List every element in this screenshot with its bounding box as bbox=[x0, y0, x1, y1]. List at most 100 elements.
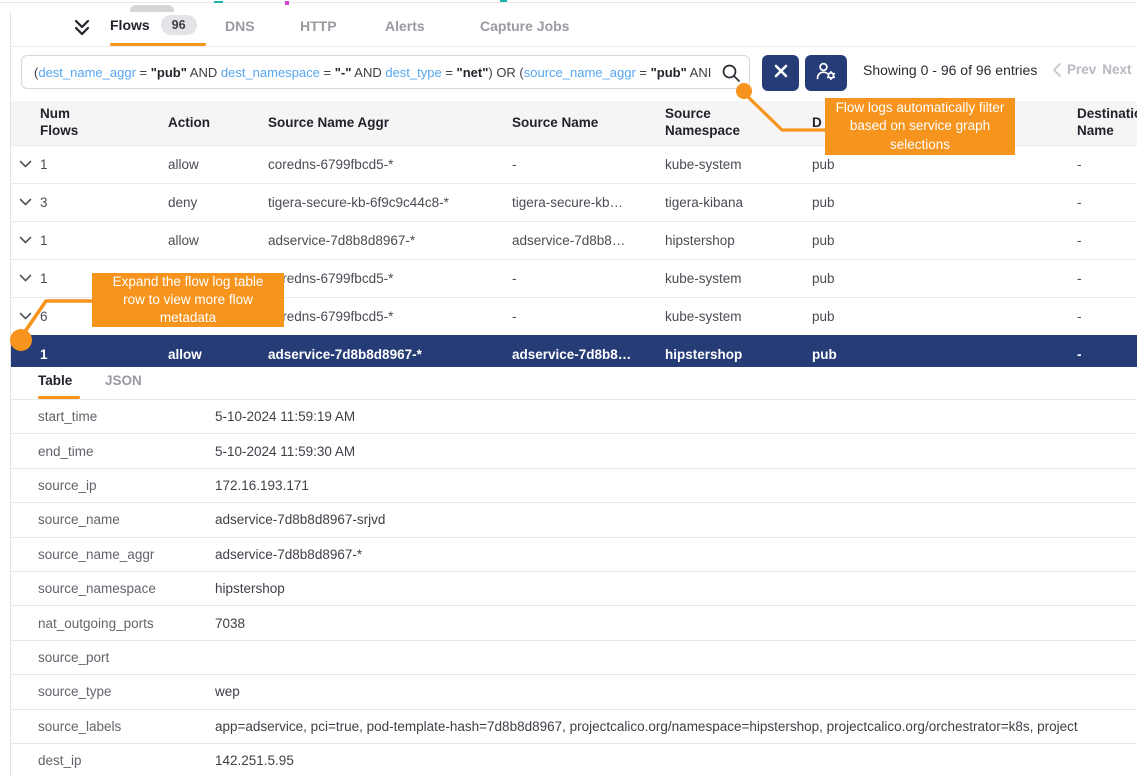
search-icon[interactable] bbox=[721, 63, 741, 88]
cell-destination-name: - bbox=[1077, 309, 1137, 324]
pagination: Prev Next bbox=[1053, 62, 1137, 77]
close-icon bbox=[774, 64, 788, 83]
detail-table: start_time5-10-2024 11:59:19 AMend_time5… bbox=[11, 399, 1137, 777]
detail-row: start_time5-10-2024 11:59:19 AM bbox=[11, 399, 1137, 433]
cell-source-namespace: hipstershop bbox=[665, 233, 812, 248]
detail-value: 5-10-2024 11:59:19 AM bbox=[215, 409, 1137, 424]
query-operator: ANI bbox=[687, 65, 712, 80]
detail-key: source_type bbox=[11, 684, 215, 699]
detail-key: source_port bbox=[11, 650, 215, 665]
user-settings-button[interactable] bbox=[805, 55, 847, 91]
tab-capture-jobs[interactable]: Capture Jobs bbox=[480, 18, 569, 34]
cell-dest-name-aggr: pub bbox=[812, 309, 1077, 324]
query-operator: ) OR ( bbox=[488, 65, 523, 80]
detail-value: wep bbox=[215, 684, 1137, 699]
cell-source-name-aggr: adservice-7d8b8d8967-* bbox=[268, 347, 512, 362]
detail-value: 5-10-2024 11:59:30 AM bbox=[215, 444, 1137, 459]
results-count: Showing 0 - 96 of 96 entries bbox=[863, 62, 1037, 78]
query-value: "pub" bbox=[151, 65, 187, 80]
divider bbox=[0, 2, 1137, 3]
artifact bbox=[500, 0, 507, 2]
col-header-source-name-aggr: Source Name Aggr bbox=[268, 115, 512, 132]
cell-action: allow bbox=[168, 233, 268, 248]
cell-num-flows: 1 bbox=[40, 347, 168, 362]
detail-key: source_name_aggr bbox=[11, 547, 215, 562]
detail-row: dest_ip142.251.5.95 bbox=[11, 743, 1137, 777]
detail-row: source_namespacehipstershop bbox=[11, 571, 1137, 605]
query-operator: = bbox=[442, 65, 457, 80]
cell-dest-name-aggr: pub bbox=[812, 157, 1077, 172]
cell-source-namespace: hipstershop bbox=[665, 347, 812, 362]
flow-logs-panel: Flows 96 DNS HTTP Alerts Capture Jobs (d… bbox=[0, 0, 1137, 777]
detail-key: source_labels bbox=[11, 719, 215, 734]
detail-key: start_time bbox=[11, 409, 215, 424]
detail-row: source_nameadservice-7d8b8d8967-srjvd bbox=[11, 502, 1137, 536]
cell-destination-name: - bbox=[1077, 157, 1137, 172]
cell-source-name-aggr: coredns-6799fbcd5-* bbox=[268, 309, 512, 324]
tab-bar: Flows 96 DNS HTTP Alerts Capture Jobs bbox=[11, 12, 1137, 47]
detail-row: source_labelsapp=adservice, pci=true, po… bbox=[11, 709, 1137, 743]
cell-source-name-aggr: coredns-6799fbcd5-* bbox=[268, 157, 512, 172]
query-operator: AND bbox=[351, 65, 385, 80]
expand-row-chevron-icon[interactable] bbox=[11, 312, 40, 321]
tab-http[interactable]: HTTP bbox=[300, 18, 337, 34]
query-field: dest_name_aggr bbox=[38, 65, 136, 80]
detail-tab-json[interactable]: JSON bbox=[105, 373, 142, 388]
detail-value: hipstershop bbox=[215, 581, 1137, 596]
col-header-action: Action bbox=[168, 115, 268, 132]
col-header-num-flows: Num Flows bbox=[40, 106, 168, 140]
filter-query-text: (dest_name_aggr = "pub" AND dest_namespa… bbox=[34, 65, 712, 80]
next-button[interactable]: Next bbox=[1102, 62, 1131, 77]
tooltip-filter-callout: Flow logs automatically filter based on … bbox=[825, 98, 1015, 155]
prev-button[interactable]: Prev bbox=[1067, 62, 1096, 77]
detail-key: source_namespace bbox=[11, 581, 215, 596]
query-operator: = bbox=[320, 65, 335, 80]
expand-row-chevron-icon[interactable] bbox=[11, 236, 40, 245]
detail-tab-table[interactable]: Table bbox=[38, 373, 72, 388]
tab-dns[interactable]: DNS bbox=[225, 18, 255, 34]
query-value: "-" bbox=[335, 65, 352, 80]
detail-key: source_ip bbox=[11, 478, 215, 493]
query-operator: = bbox=[136, 65, 151, 80]
collapse-panel-icon[interactable] bbox=[71, 19, 93, 42]
cell-dest-name-aggr: pub bbox=[812, 271, 1077, 286]
flow-table-body: 1allowcoredns-6799fbcd5-*-kube-systempub… bbox=[11, 145, 1137, 373]
user-gear-icon bbox=[815, 61, 837, 86]
expand-row-chevron-icon[interactable] bbox=[11, 198, 40, 207]
detail-row: source_name_aggradservice-7d8b8d8967-* bbox=[11, 537, 1137, 571]
flow-row[interactable]: 1allowadservice-7d8b8d8967-*adservice-7d… bbox=[11, 221, 1137, 259]
detail-row: nat_outgoing_ports7038 bbox=[11, 605, 1137, 639]
query-value: "net" bbox=[457, 65, 489, 80]
cell-destination-name: - bbox=[1077, 271, 1137, 286]
cell-num-flows: 1 bbox=[40, 233, 168, 248]
detail-value: 172.16.193.171 bbox=[215, 478, 1137, 493]
col-header-destination-name: Destination Name bbox=[1077, 106, 1137, 140]
flows-count-badge: 96 bbox=[161, 15, 197, 35]
detail-row: end_time5-10-2024 11:59:30 AM bbox=[11, 433, 1137, 467]
cell-source-namespace: tigera-kibana bbox=[665, 195, 812, 210]
col-header-source-namespace: Source Namespace bbox=[665, 106, 812, 140]
flow-row[interactable]: 3denytigera-secure-kb-6f9c9c44c8-*tigera… bbox=[11, 183, 1137, 221]
detail-row: source_ip172.16.193.171 bbox=[11, 468, 1137, 502]
cell-dest-name-aggr: pub bbox=[812, 233, 1077, 248]
detail-value: 7038 bbox=[215, 616, 1137, 631]
cell-action: allow bbox=[168, 347, 268, 362]
expand-row-chevron-icon[interactable] bbox=[11, 160, 40, 169]
cell-source-name: adservice-7d8b8… bbox=[512, 233, 665, 248]
cell-source-namespace: kube-system bbox=[665, 271, 812, 286]
filter-query-input[interactable]: (dest_name_aggr = "pub" AND dest_namespa… bbox=[21, 55, 750, 89]
chevron-left-icon bbox=[1053, 63, 1061, 77]
cell-source-name: adservice-7d8b8… bbox=[512, 347, 665, 362]
clear-filter-button[interactable] bbox=[762, 55, 799, 91]
cell-source-name: tigera-secure-kb… bbox=[512, 195, 665, 210]
detail-key: end_time bbox=[11, 444, 215, 459]
cell-source-name: - bbox=[512, 157, 665, 172]
cell-num-flows: 1 bbox=[40, 157, 168, 172]
query-operator: AND bbox=[187, 65, 221, 80]
tab-alerts[interactable]: Alerts bbox=[385, 18, 425, 34]
artifact bbox=[285, 1, 289, 5]
expand-row-chevron-icon[interactable] bbox=[11, 274, 40, 283]
query-field: source_name_aggr bbox=[524, 65, 636, 80]
cell-num-flows: 3 bbox=[40, 195, 168, 210]
tab-flows[interactable]: Flows 96 bbox=[110, 15, 197, 35]
